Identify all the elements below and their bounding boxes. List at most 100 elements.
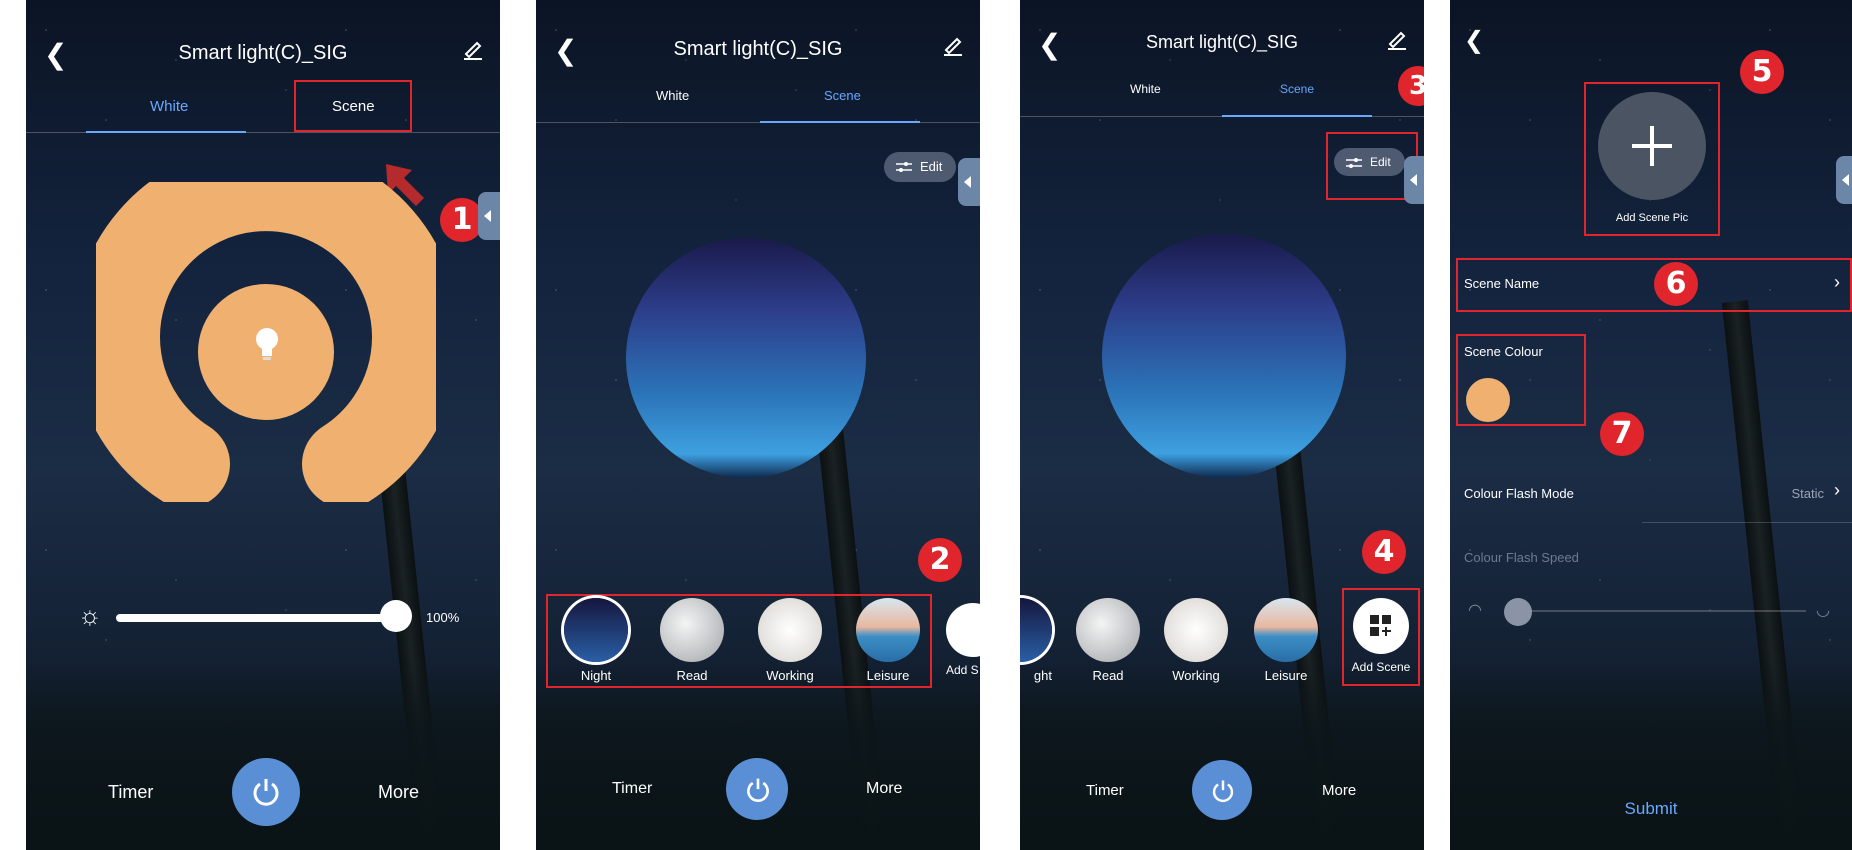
power-icon: [1212, 780, 1234, 803]
header: ❮ Smart light(C)_SIG: [1020, 20, 1424, 66]
chevron-right-icon: ›: [1834, 480, 1840, 500]
add-scene-pic-label: Add Scene Pic: [1615, 212, 1689, 224]
scene-read[interactable]: Read: [652, 598, 732, 683]
scene-night-partial[interactable]: ght: [1020, 598, 1060, 683]
power-button[interactable]: [1192, 760, 1252, 820]
scene-night-thumb: [564, 598, 628, 662]
power-icon: [253, 779, 279, 806]
more-button[interactable]: More: [866, 780, 902, 798]
power-button[interactable]: [726, 758, 788, 820]
tab-bar: White Scene: [1020, 76, 1424, 117]
add-scene-thumb: [1353, 598, 1409, 654]
scene-read-thumb: [1076, 598, 1140, 662]
scene-label: Add S: [946, 663, 979, 677]
scene-leisure-thumb: [1254, 598, 1318, 662]
side-drawer-handle[interactable]: [478, 192, 500, 240]
tab-active-indicator: [86, 131, 246, 133]
flash-speed-label: Colour Flash Speed: [1464, 550, 1579, 565]
scene-leisure-thumb: [856, 598, 920, 662]
scene-night-thumb: [1020, 598, 1052, 662]
timer-button[interactable]: Timer: [108, 782, 153, 803]
more-button[interactable]: More: [378, 782, 419, 803]
flash-speed-slider-track[interactable]: [1506, 610, 1806, 612]
panel-white-mode: ❮ Smart light(C)_SIG White Scene 1 ☼ 100…: [26, 0, 500, 850]
flash-speed-slider-thumb[interactable]: [1504, 598, 1532, 626]
flash-mode-value: Static: [1791, 486, 1824, 501]
scene-colour-label: Scene Colour: [1464, 344, 1543, 359]
edit-label: Edit: [920, 159, 943, 174]
side-drawer-handle[interactable]: [958, 158, 980, 206]
tree-silhouette: [1020, 660, 1424, 850]
brightness-slider-track[interactable]: [116, 614, 406, 622]
scene-name-label: Scene Name: [1464, 276, 1540, 291]
scene-colour-swatch[interactable]: [1466, 378, 1510, 422]
add-scene-button[interactable]: Add Scene: [1342, 598, 1420, 674]
submit-label: Submit: [1624, 799, 1678, 818]
scene-label: Working: [766, 668, 814, 683]
page-title: Smart light(C)_SIG: [178, 42, 348, 64]
sliders-icon: [896, 162, 912, 172]
scene-label: Read: [676, 668, 708, 683]
pencil-icon[interactable]: [1386, 28, 1408, 50]
scene-label: Working: [1172, 668, 1220, 683]
brightness-value: 100%: [426, 610, 460, 625]
highlight-scene-tab: [294, 80, 412, 132]
fast-speed-icon: ◡: [1816, 602, 1830, 619]
scene-leisure[interactable]: Leisure: [848, 598, 928, 683]
tab-white[interactable]: White: [1130, 82, 1161, 96]
tab-bar: White Scene: [26, 92, 500, 133]
step-badge-4: 4: [1362, 530, 1406, 574]
colour-flash-mode-row[interactable]: Colour Flash Mode Static ›: [1464, 480, 1844, 510]
edit-button[interactable]: Edit: [884, 152, 957, 182]
step-badge-2: 2: [918, 538, 962, 582]
side-drawer-handle[interactable]: [1404, 156, 1424, 204]
submit-button[interactable]: Submit: [1450, 784, 1852, 834]
step-badge-5: 5: [1740, 50, 1784, 94]
scene-label: Night: [580, 668, 612, 683]
scene-label: Add Scene: [1351, 660, 1411, 674]
tab-scene[interactable]: Scene: [824, 88, 861, 103]
bulb-icon: [256, 328, 278, 360]
scene-working[interactable]: Working: [750, 598, 830, 683]
plus-icon: [1632, 126, 1672, 166]
tab-bar: White Scene: [536, 82, 980, 123]
brightness-slider-thumb[interactable]: [380, 600, 412, 632]
pencil-icon[interactable]: [462, 38, 484, 60]
page-title: Smart light(C)_SIG: [673, 38, 843, 60]
scene-label: Leisure: [1264, 668, 1308, 683]
scene-working-thumb: [1164, 598, 1228, 662]
scene-working-thumb: [758, 598, 822, 662]
scene-read-thumb: [660, 598, 724, 662]
scene-add-partial[interactable]: Add S: [940, 598, 980, 677]
panel-add-scene-form: ❮ Add Scene Pic 5 Scene Name › 6 Scene C…: [1450, 0, 1852, 850]
tab-active-indicator: [1222, 115, 1372, 117]
tab-white[interactable]: White: [656, 88, 689, 103]
scene-label: Read: [1092, 668, 1124, 683]
flash-mode-label: Colour Flash Mode: [1464, 486, 1574, 501]
panel-scene-add: ❮ Smart light(C)_SIG White Scene 3 Edit …: [1020, 0, 1424, 850]
back-icon[interactable]: ❮: [1464, 26, 1484, 55]
scene-label: ght: [1033, 668, 1052, 683]
add-scene-pic-button[interactable]: [1598, 92, 1706, 200]
timer-button[interactable]: Timer: [1086, 782, 1124, 799]
more-button[interactable]: More: [1322, 782, 1356, 799]
scene-preview-circle: [1102, 234, 1346, 478]
scene-night[interactable]: Night: [556, 598, 636, 683]
tab-white[interactable]: White: [150, 98, 188, 115]
power-icon: [747, 778, 769, 802]
pencil-icon[interactable]: [942, 34, 964, 56]
side-drawer-handle[interactable]: [1836, 156, 1852, 204]
edit-button[interactable]: Edit: [1334, 148, 1405, 176]
brightness-sun-icon: ☼: [78, 600, 102, 630]
scene-read[interactable]: Read: [1068, 598, 1148, 683]
chevron-right-icon: ›: [1834, 272, 1840, 292]
sliders-icon: [1346, 158, 1362, 168]
header: ❮ Smart light(C)_SIG: [536, 26, 980, 72]
tab-scene[interactable]: Scene: [1280, 82, 1314, 96]
scene-working[interactable]: Working: [1156, 598, 1236, 683]
header: ❮ Smart light(C)_SIG: [26, 30, 500, 76]
timer-button[interactable]: Timer: [612, 780, 652, 798]
scene-leisure[interactable]: Leisure: [1246, 598, 1326, 683]
power-button[interactable]: [232, 758, 300, 826]
add-scene-thumb: [946, 603, 980, 657]
